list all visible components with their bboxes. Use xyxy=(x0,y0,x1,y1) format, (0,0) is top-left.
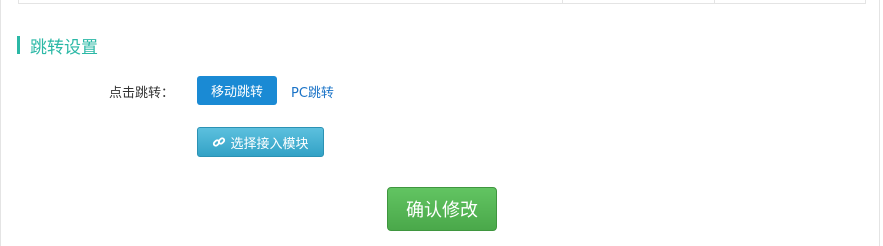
confirm-button[interactable]: 确认修改 xyxy=(387,187,497,231)
section-title: 跳转设置 xyxy=(17,35,98,58)
mobile-jump-button[interactable]: 移动跳转 xyxy=(197,76,277,105)
select-module-button[interactable]: 选择接入模块 xyxy=(197,127,324,157)
section-title-text: 跳转设置 xyxy=(30,37,98,58)
table-column-divider xyxy=(562,0,563,4)
link-icon xyxy=(212,135,226,149)
table-column-divider xyxy=(714,0,715,4)
table-bottom-edge xyxy=(18,0,866,4)
pc-jump-link[interactable]: PC跳转 xyxy=(291,82,334,101)
jump-label: 点击跳转： xyxy=(108,86,174,101)
section-title-bar xyxy=(17,36,20,54)
select-module-label: 选择接入模块 xyxy=(230,136,309,152)
